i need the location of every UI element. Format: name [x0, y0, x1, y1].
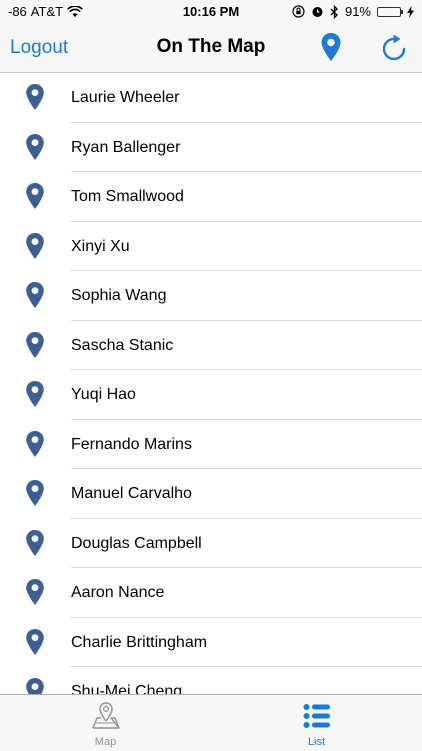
add-pin-button[interactable] [320, 32, 342, 62]
alarm-icon [312, 7, 323, 17]
battery-percent: 91% [344, 4, 371, 19]
pin-icon [26, 480, 44, 506]
bluetooth-icon [330, 4, 338, 19]
list-icon [303, 704, 330, 728]
student-name: Charlie Brittingham [71, 633, 208, 651]
list-item[interactable]: Sophia Wang [0, 271, 422, 321]
pin-icon [26, 84, 44, 110]
logout-button[interactable]: Logout [10, 37, 68, 59]
student-name: Yuqi Hao [71, 386, 136, 403]
pin-icon [26, 628, 44, 655]
charging-icon [407, 5, 414, 18]
student-name: Manuel Carvalho [71, 485, 192, 502]
student-name: Tom Smallwood [71, 188, 184, 205]
student-name: Sascha Stanic [71, 336, 174, 354]
navigation-bar: Logout On The Map [0, 24, 422, 73]
list-item[interactable]: Fernando Marins [0, 420, 422, 469]
pin-icon [26, 282, 44, 308]
list-item[interactable]: Yuqi Hao [0, 370, 422, 420]
list-item[interactable]: Manuel Carvalho [0, 469, 422, 519]
student-list[interactable]: Laurie Wheeler Ryan Ballenger Tom Smallwoo… [0, 73, 422, 694]
pin-icon [26, 133, 44, 160]
list-item[interactable]: Ryan Ballenger [0, 123, 422, 172]
student-name: Laurie Wheeler [71, 89, 180, 106]
student-name: Ryan Ballenger [71, 138, 181, 156]
list-item[interactable]: Douglas Campbell [0, 519, 422, 568]
rotation-lock-icon [292, 5, 305, 18]
student-name: Fernando Marins [71, 435, 192, 453]
pin-icon [26, 678, 44, 694]
student-name: Aaron Nance [71, 584, 165, 601]
status-bar: -86 AT&T 10:16 PM 91% [0, 0, 422, 24]
pin-icon [26, 232, 44, 259]
battery-icon [377, 6, 403, 17]
student-name: Shu-Mei Cheng [71, 683, 183, 694]
student-name: Xinyi Xu [71, 237, 130, 255]
list-item[interactable]: Aaron Nance [0, 568, 422, 618]
pin-icon [26, 579, 44, 605]
tab-map-label: Map [94, 736, 117, 748]
list-item[interactable]: Laurie Wheeler [0, 73, 422, 123]
tab-list[interactable]: List [211, 695, 422, 751]
refresh-button[interactable] [380, 34, 408, 62]
pin-icon [26, 529, 44, 556]
list-item[interactable]: Xinyi Xu [0, 222, 422, 271]
list-item[interactable]: Charlie Brittingham [0, 618, 422, 667]
pin-icon [26, 381, 44, 407]
map-icon [92, 702, 120, 729]
list-item[interactable]: Tom Smallwood [0, 172, 422, 222]
status-right: 91% [292, 4, 414, 19]
student-name: Sophia Wang [71, 287, 167, 304]
student-name: Douglas Campbell [71, 534, 202, 552]
tab-map[interactable]: Map [0, 695, 211, 751]
pin-icon [26, 183, 44, 209]
pin-icon [26, 430, 44, 457]
list-item[interactable]: Shu-Mei Cheng [0, 667, 422, 694]
pin-icon [26, 331, 44, 358]
list-item[interactable]: Sascha Stanic [0, 321, 422, 370]
tab-list-label: List [307, 736, 326, 748]
tab-bar: Map List [0, 694, 422, 751]
